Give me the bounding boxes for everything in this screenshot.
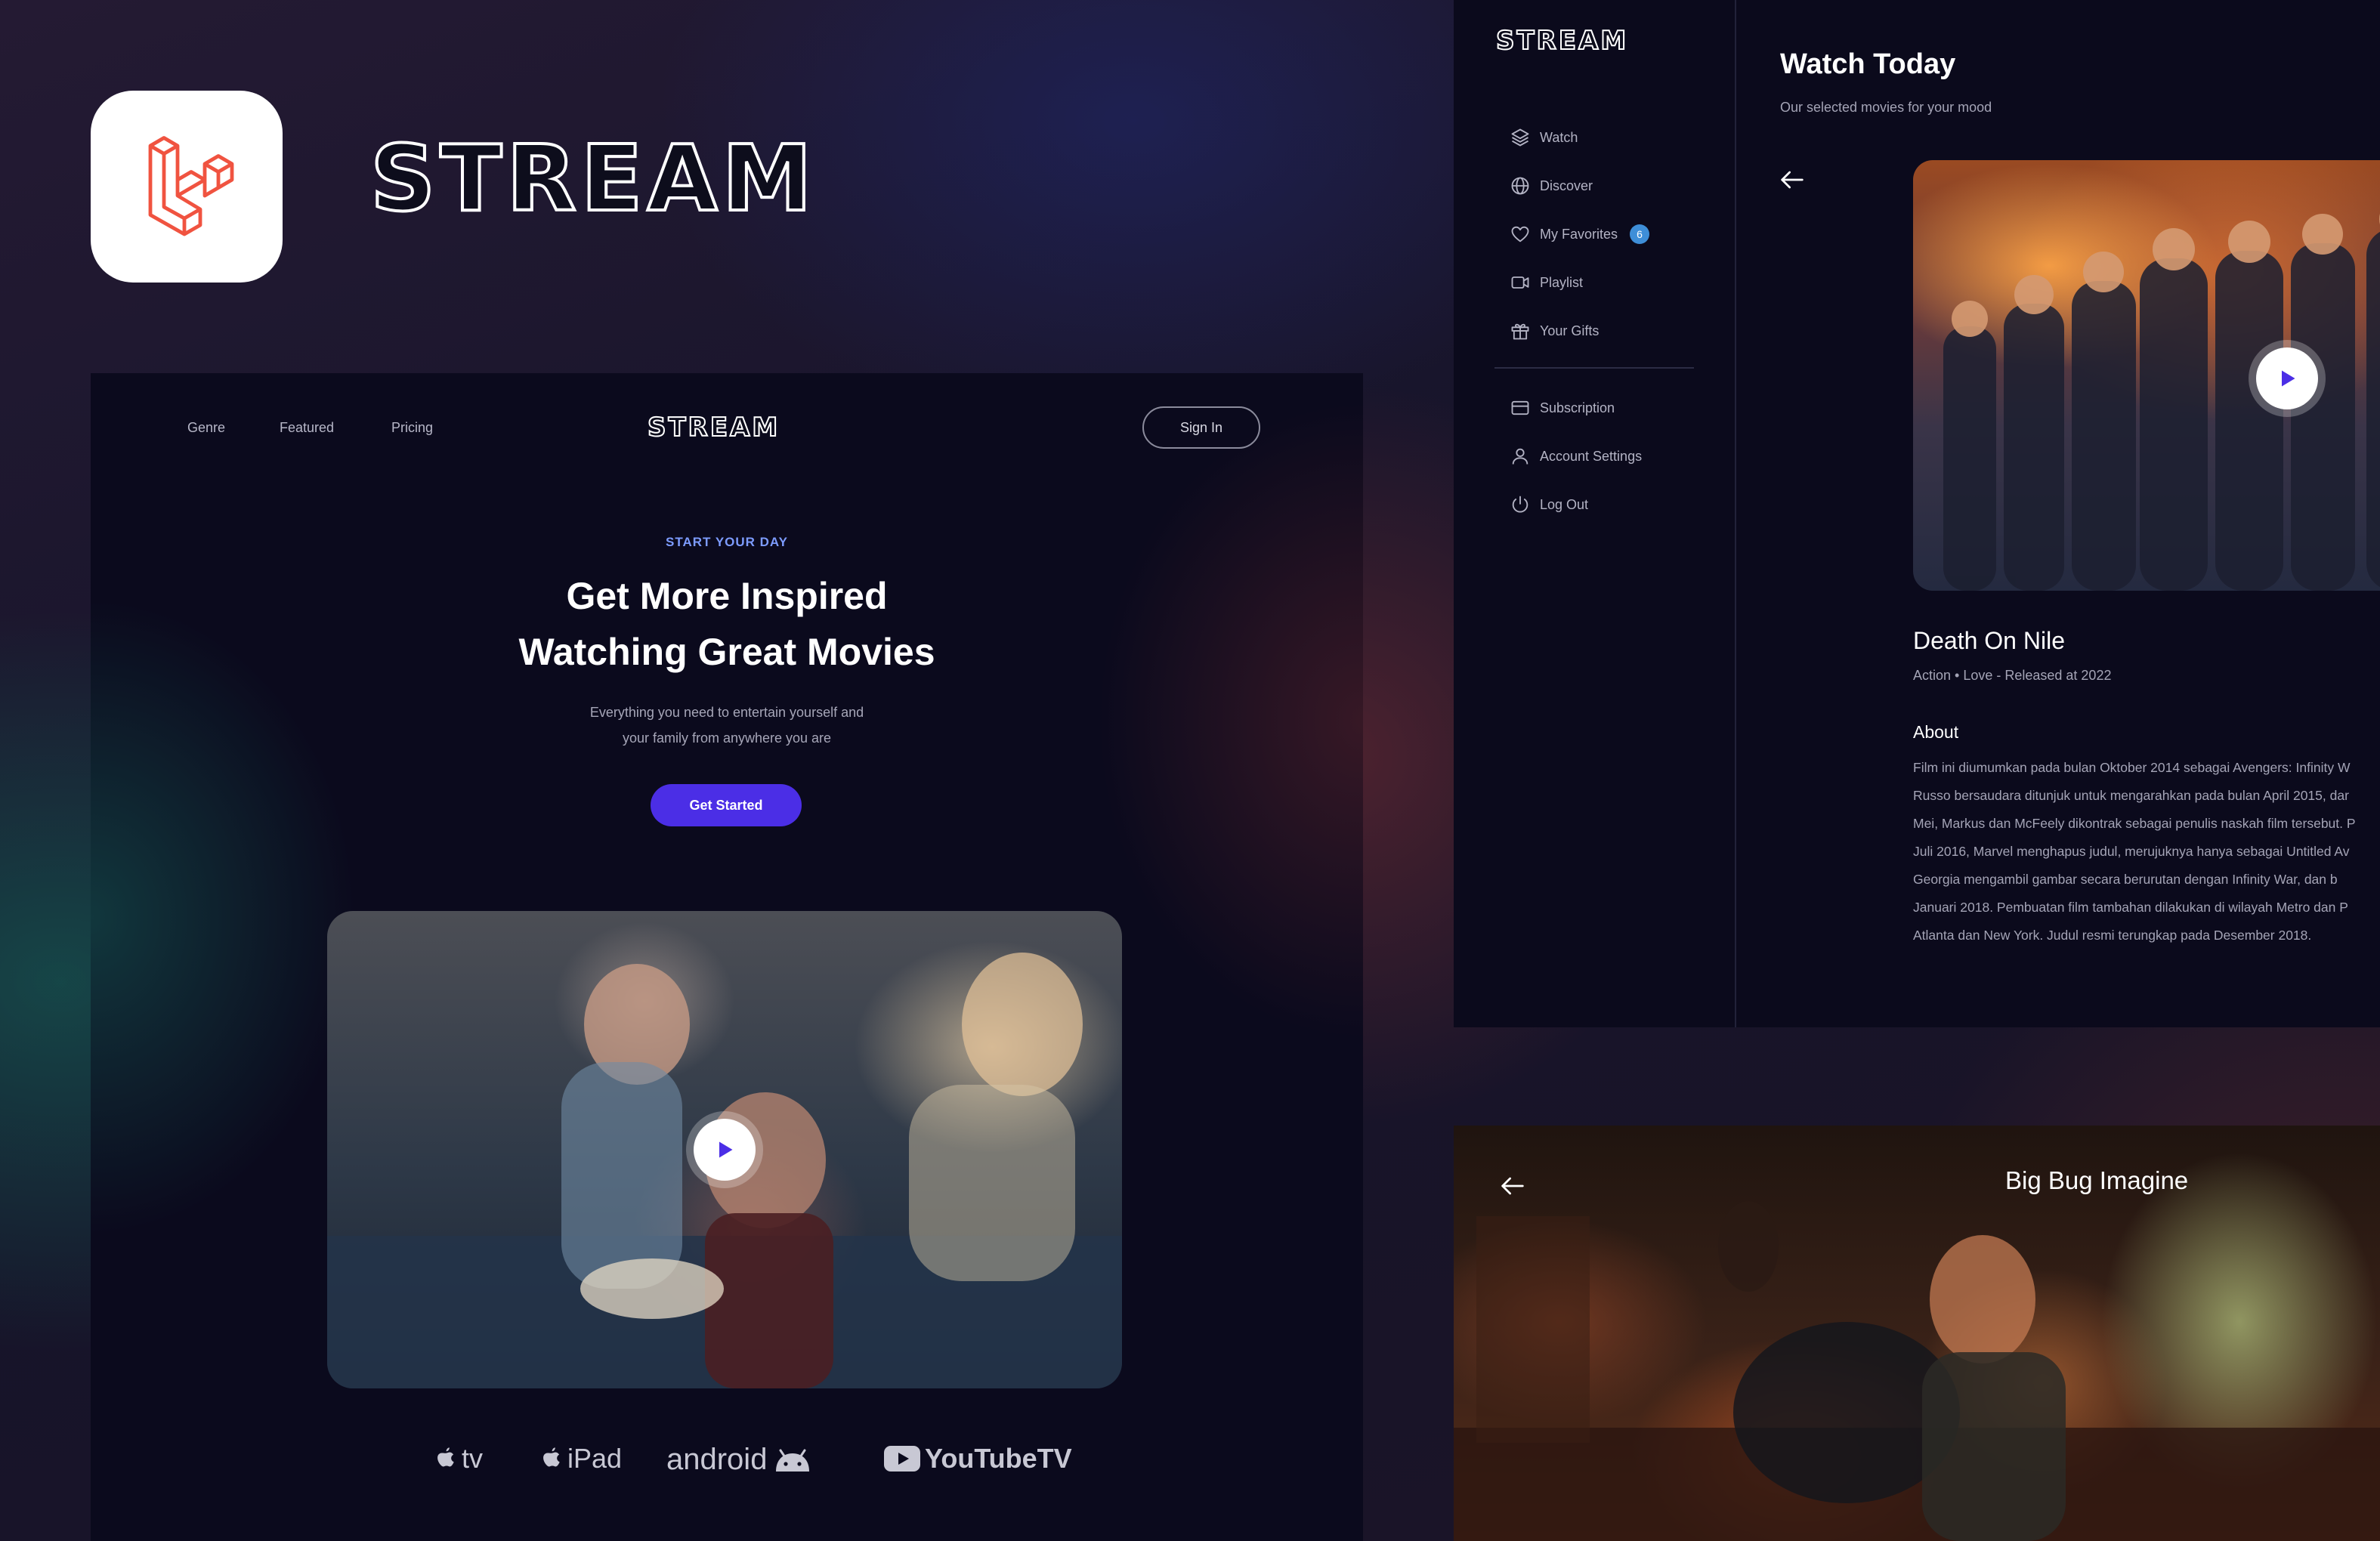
get-started-button[interactable]: Get Started [651,784,802,826]
sign-in-button[interactable]: Sign In [1142,406,1260,449]
sidebar-item-label: Account Settings [1540,448,1643,464]
nav-link-featured[interactable]: Featured [280,420,334,436]
android-label: android [666,1443,768,1476]
watch-today-main: Watch Today Our selected movies for your… [1736,0,2380,1027]
favorites-count-badge: 6 [1630,224,1650,244]
laravel-app-icon [91,91,283,283]
sidebar-item-subscription[interactable]: Subscription [1510,393,1615,423]
sidebar-item-logout[interactable]: Log Out [1510,489,1588,520]
player-movie-title: Big Bug Imagine [2005,1166,2189,1194]
user-icon [1512,448,1528,465]
landing-page-panel: Genre Featured Pricing STREAM Sign In ST… [91,373,1363,1541]
back-arrow-icon[interactable] [1498,1171,1528,1201]
sidebar-divider [1494,367,1694,369]
movie-meta: Action • Love - Released at 2022 [1913,668,2112,683]
hero-video-thumbnail[interactable] [327,911,1122,1388]
sidebar-item-label: Watch [1540,129,1578,145]
layers-icon [1511,128,1529,147]
sidebar-item-label: Playlist [1540,274,1584,290]
nav-link-pricing[interactable]: Pricing [391,420,433,436]
sidebar-item-account-settings[interactable]: Account Settings [1510,441,1642,471]
globe-icon [1511,177,1529,195]
about-heading: About [1913,722,1959,742]
nav-logo[interactable]: STREAM [647,412,780,443]
sidebar-item-gifts[interactable]: Your Gifts [1510,316,1599,346]
sidebar-item-discover[interactable]: Discover [1510,171,1593,201]
back-arrow-icon[interactable] [1777,165,1807,195]
top-navigation: Genre Featured Pricing STREAM Sign In [91,373,1363,494]
credit-card-icon [1511,400,1529,415]
gift-icon [1511,323,1529,340]
sidebar-logo[interactable]: STREAM [1495,25,1628,57]
video-camera-icon [1511,276,1529,289]
hero-title: Get More Inspired Watching Great Movies [518,575,935,673]
sidebar-item-playlist[interactable]: Playlist [1510,267,1583,298]
youtube-play-icon [884,1446,920,1472]
sidebar-item-label: Discover [1540,178,1593,193]
apple-icon [543,1447,560,1467]
hero-subtitle: Everything you need to entertain yoursel… [589,705,864,746]
platform-logos: tv iPad android YouTubeTV [91,1443,1363,1488]
android-robot-icon [776,1449,810,1472]
hero-eyebrow: START YOUR DAY [666,535,788,549]
brand-wordmark: STREAM [369,125,817,233]
youtube-tv-logo: YouTubeTV [884,1443,1072,1475]
nav-link-genre[interactable]: Genre [187,420,225,436]
page-subtitle: Our selected movies for your mood [1780,100,1992,115]
bar-scene-graphic [1454,1201,2380,1541]
laravel-logo-icon [148,136,234,236]
hero-play-button[interactable] [694,1119,756,1181]
page-title: Watch Today [1780,48,1956,80]
sidebar-item-watch[interactable]: Watch [1510,122,1578,153]
android-logo: android [666,1443,814,1477]
poster-play-button[interactable] [2256,347,2318,409]
about-description: Film ini diumumkan pada bulan Oktober 20… [1913,760,2356,943]
apple-icon [437,1447,454,1467]
movie-poster[interactable] [1913,160,2380,591]
sidebar-item-label: Log Out [1540,496,1589,512]
heart-icon [1511,226,1529,242]
sidebar-item-label: Your Gifts [1540,323,1600,338]
apple-tv-label: tv [462,1443,484,1474]
sidebar-item-label: My Favorites [1540,226,1618,242]
sidebar: STREAM Watch Discover My Favorites 6 Pla… [1454,0,1736,1027]
sidebar-item-favorites[interactable]: My Favorites 6 [1510,219,1650,249]
youtube-tv-label: YouTubeTV [925,1443,1072,1474]
dashboard-panel: STREAM Watch Discover My Favorites 6 Pla… [1454,0,2380,1027]
play-icon [2282,370,2295,387]
ipad-logo: iPad [540,1443,622,1475]
video-player-panel[interactable]: Big Bug Imagine [1454,1126,2380,1541]
movie-title: Death On Nile [1913,627,2065,654]
apple-tv-logo: tv [434,1443,483,1475]
power-icon [1512,496,1528,513]
sidebar-item-label: Subscription [1540,400,1615,415]
ipad-label: iPad [567,1443,623,1474]
play-icon [719,1141,733,1158]
